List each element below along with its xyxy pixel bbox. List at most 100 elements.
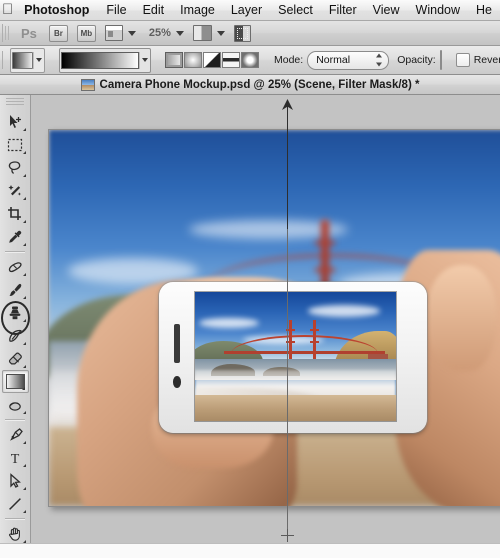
path-selection-tool[interactable]	[2, 469, 29, 492]
screen-golden-gate-bridge	[224, 320, 386, 365]
line-tool-icon	[9, 497, 21, 510]
blur-tool[interactable]	[2, 393, 29, 416]
apple-logo-icon[interactable]: 	[0, 2, 15, 19]
options-bar-grip[interactable]	[2, 51, 3, 69]
launch-mini-bridge-button[interactable]: Mb	[76, 24, 96, 42]
history-brush-tool[interactable]	[2, 324, 29, 347]
tool-preset-picker[interactable]	[10, 47, 45, 73]
rectangular-marquee-tool[interactable]	[2, 133, 29, 156]
healing-brush-tool-icon	[8, 261, 22, 272]
type-tool-corner-icon	[22, 464, 26, 467]
menu-item-help[interactable]: He	[468, 0, 500, 21]
eyedropper-tool-icon	[9, 230, 22, 243]
menu-item-edit[interactable]: Edit	[135, 0, 173, 21]
zoom-level-value[interactable]: 25%	[149, 27, 171, 39]
eraser-tool-corner-icon	[22, 365, 26, 368]
healing-brush-tool-corner-icon	[22, 273, 26, 276]
screen-bridge-deck	[224, 351, 386, 354]
spot-healing-brush-tool[interactable]	[2, 255, 29, 278]
gradient-drag-line-solid	[287, 103, 288, 229]
eyedropper-tool[interactable]	[2, 225, 29, 248]
application-bar: Ps Br Mb 25%	[0, 21, 500, 46]
magic-wand-tool-icon	[8, 184, 21, 196]
menu-item-layer[interactable]: Layer	[223, 0, 270, 21]
move-tool-icon	[10, 114, 21, 128]
reverse-checkbox-row[interactable]: Reverse	[455, 53, 500, 67]
menu-item-filter[interactable]: Filter	[321, 0, 365, 21]
appbar-grip[interactable]	[2, 24, 12, 42]
gradient-tool-preset-icon	[12, 51, 33, 69]
screen-cloud-2	[307, 304, 381, 317]
hand-tool[interactable]	[2, 522, 29, 545]
diamond-gradient-button[interactable]	[241, 52, 259, 68]
window-bottom-strip	[0, 543, 500, 558]
screen-mode-chevron-down-icon[interactable]	[216, 30, 225, 36]
screen-bridge-tower-left	[285, 320, 295, 365]
mode-label: Mode:	[274, 54, 304, 66]
menu-item-photoshop[interactable]: Photoshop	[15, 0, 98, 21]
menu-item-image[interactable]: Image	[172, 0, 223, 21]
hand-tool-icon	[9, 527, 20, 541]
radial-gradient-button[interactable]	[184, 52, 202, 68]
gradient-tool[interactable]	[1, 370, 29, 393]
blend-mode-select[interactable]: Normal	[307, 50, 390, 70]
gradient-picker-chevron-down-icon[interactable]	[139, 51, 149, 69]
reflected-gradient-button[interactable]	[222, 52, 240, 68]
screen-mode-icon[interactable]	[192, 25, 212, 41]
lasso-tool[interactable]	[2, 156, 29, 179]
line-tool-corner-icon	[22, 510, 26, 513]
document-canvas-area[interactable]	[31, 95, 500, 543]
screen-bridge-tower-right	[310, 320, 320, 365]
eraser-tool-icon	[8, 352, 22, 364]
mask-mode-icon[interactable]	[233, 24, 251, 42]
marquee-tool-corner-icon	[22, 151, 26, 154]
gradient-preview-swatch[interactable]	[61, 51, 139, 69]
gradient-type-group	[165, 52, 260, 68]
clone-stamp-tool-corner-icon	[22, 319, 26, 322]
pen-tool[interactable]	[2, 423, 29, 446]
eraser-tool[interactable]	[2, 347, 29, 370]
angle-gradient-button[interactable]	[203, 52, 221, 68]
line-tool[interactable]	[2, 492, 29, 515]
toolbox-divider-2	[5, 419, 25, 420]
gradient-picker[interactable]	[59, 47, 151, 73]
menu-item-view[interactable]: View	[365, 0, 408, 21]
clone-stamp-tool[interactable]	[2, 301, 29, 324]
crosshair-icon	[281, 529, 294, 542]
lasso-tool-corner-icon	[22, 174, 26, 177]
arrange-chevron-down-icon[interactable]	[127, 30, 136, 36]
zoom-chevron-down-icon[interactable]	[175, 30, 184, 36]
opacity-input[interactable]: 100%	[439, 50, 442, 70]
quick-selection-tool[interactable]	[2, 179, 29, 202]
brush-tool-icon	[9, 283, 22, 296]
menu-item-file[interactable]: File	[98, 0, 134, 21]
arrange-documents-icon[interactable]	[104, 25, 123, 41]
crop-tool[interactable]	[2, 202, 29, 225]
pen-tool-icon	[10, 427, 23, 441]
type-tool-icon: T	[11, 452, 20, 466]
eyedropper-tool-corner-icon	[22, 243, 26, 246]
phone-screen-sharp-photo	[194, 292, 397, 422]
linear-gradient-button[interactable]	[165, 52, 183, 68]
lasso-tool-icon	[8, 160, 21, 174]
svg-text:T: T	[11, 452, 20, 466]
move-tool[interactable]	[2, 110, 29, 133]
blur-tool-corner-icon	[22, 411, 26, 414]
document-title-bar[interactable]: Camera Phone Mockup.psd @ 25% (Scene, Fi…	[0, 75, 500, 95]
opacity-value[interactable]: 100%	[441, 54, 442, 66]
photoshop-window:  Photoshop File Edit Image Layer Select…	[0, 0, 500, 558]
launch-bridge-button[interactable]: Br	[48, 24, 68, 42]
brush-tool-corner-icon	[22, 296, 26, 299]
brush-tool[interactable]	[2, 278, 29, 301]
toolbox-grip[interactable]	[6, 98, 24, 107]
reverse-checkbox[interactable]	[455, 53, 470, 67]
document-thumbnail-icon	[80, 78, 95, 91]
horizontal-type-tool[interactable]: T	[2, 446, 29, 469]
tool-preset-chevron-down-icon[interactable]	[33, 51, 43, 69]
menu-item-select[interactable]: Select	[270, 0, 321, 21]
pen-tool-corner-icon	[22, 441, 26, 444]
blend-mode-stepper-icon[interactable]	[376, 53, 383, 67]
quick-selection-tool-corner-icon	[22, 197, 26, 200]
menu-item-window[interactable]: Window	[408, 0, 468, 21]
canvas-image[interactable]	[48, 129, 500, 507]
